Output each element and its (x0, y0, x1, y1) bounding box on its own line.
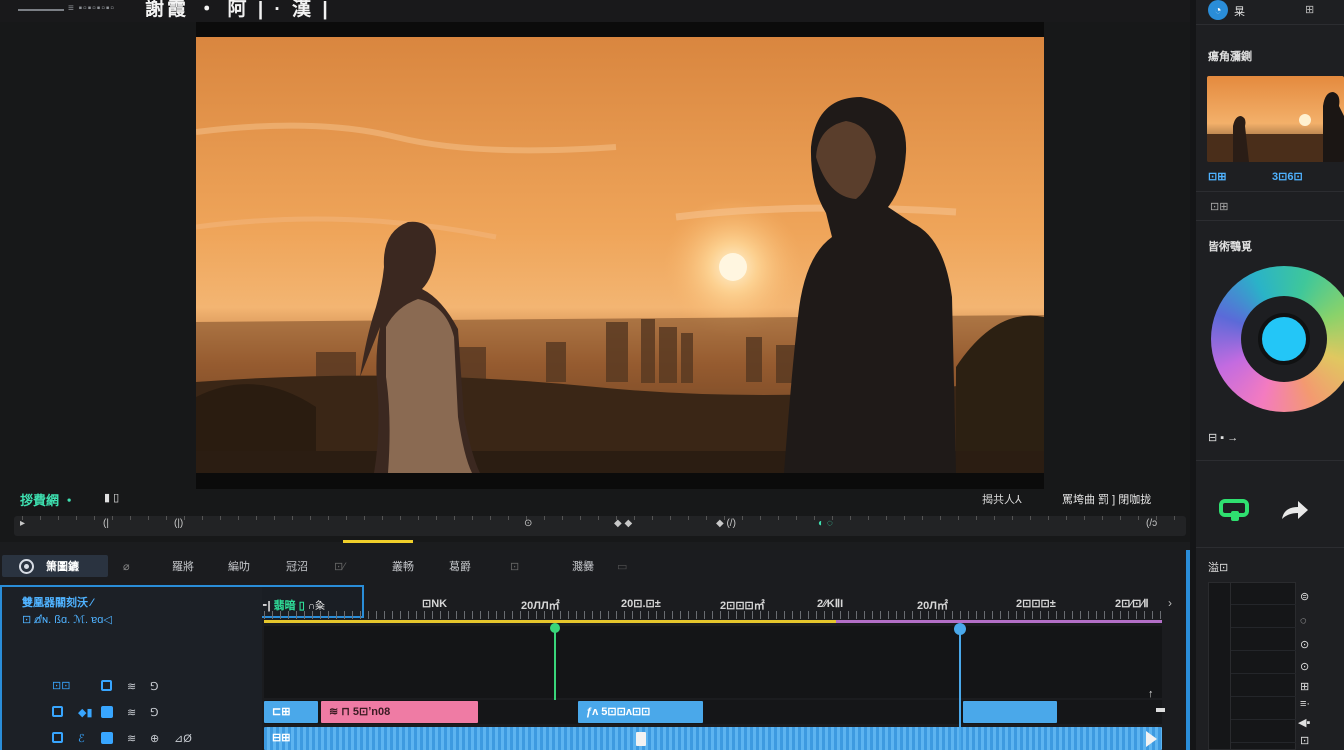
project-title: 謝霞 ・ 阿 | · 漢 | (145, 0, 331, 20)
ruler-label: ⊡ΝΚ (422, 598, 448, 610)
track3-lock-icon[interactable] (101, 732, 113, 744)
section-title-color: 皆術鶚覓 (1208, 241, 1252, 253)
section-title-2: ⊡⊞ (1210, 201, 1229, 213)
tab-6[interactable]: 叢畅 (392, 557, 414, 577)
inspector-top-label: 㫧 (1234, 6, 1245, 18)
audio-keyframe[interactable] (636, 732, 646, 746)
playhead-blue[interactable] (959, 626, 961, 750)
side-icon-6[interactable]: ≡· (1300, 698, 1310, 710)
track3-extra-icon[interactable]: ⊿Ø (174, 732, 192, 745)
playhead-green-handle[interactable] (550, 623, 560, 633)
track3-select-icon[interactable] (52, 732, 63, 743)
ruler-next-icon[interactable]: › (1168, 596, 1172, 610)
clip-video-2[interactable]: ≋ ⊓ 5⊡ʼn08 (321, 701, 478, 723)
track1-audio-icon[interactable]: ≋ (127, 680, 136, 693)
rp-separator (1196, 220, 1344, 221)
track1-visibility-icon[interactable]: ⅁ (150, 680, 159, 693)
rp-separator (1196, 460, 1344, 461)
thumb-label: ⊡⊞ (1208, 171, 1227, 183)
inspector-logo-icon[interactable]: ◔ (1208, 0, 1228, 20)
ruler-label: 2⊡⊡⊡± (1016, 598, 1056, 610)
section-title-source: 瘍角瀰鍘 (1208, 51, 1252, 63)
track2-audio-icon[interactable]: ≋ (127, 706, 136, 719)
side-icon-4[interactable]: ⊙ (1300, 660, 1309, 673)
tab-4[interactable]: 冠沼 (286, 557, 308, 577)
wheel-controls[interactable]: ⊟ ▪ → (1208, 431, 1238, 444)
hamburger-menu-icon[interactable] (18, 9, 64, 11)
track-header-title: 雙凰器關刻沃 ⁄ (22, 597, 93, 609)
color-wheel-handle[interactable] (1258, 313, 1310, 365)
viewer-quality-toggle[interactable]: ▮ ▯ (104, 491, 119, 504)
keyframe-icon[interactable]: ◆ (/) (716, 518, 736, 529)
scrubber-ticks (22, 516, 1182, 520)
ruler-ticks (264, 611, 1162, 619)
tab-3[interactable]: 編叻 (228, 557, 250, 577)
track-end-marker (1156, 708, 1165, 712)
rp-separator (1196, 547, 1344, 548)
tab-link-icon[interactable]: ⌀ (123, 557, 130, 577)
ruler-label: 20⊡.⊡± (621, 598, 661, 610)
record-icon[interactable] (19, 559, 34, 574)
tab-10[interactable]: ▭ (617, 557, 627, 577)
playhead-blue-handle[interactable] (954, 623, 966, 635)
video-editor-app: ≡ ▪▫▪▫▪▫▪▫ 謝霞 ・ 阿 | · 漢 | 拶費網 ‧ ▮ ▯ 揭共人⅄… (0, 0, 1344, 750)
source-thumbnail[interactable] (1207, 76, 1344, 162)
thumb-value: 3⊡6⊡ (1272, 171, 1303, 183)
scope-grid (1230, 582, 1296, 750)
video-preview-frame[interactable] (196, 37, 1044, 473)
ruler-label: 2⊡⁄⊡⁄Ⅱ (1115, 598, 1149, 610)
tab-2[interactable]: 羅將 (172, 557, 194, 577)
side-icon-3[interactable]: ⊙ (1300, 638, 1309, 651)
keyframe-icon[interactable]: ◆ ◆ (614, 518, 632, 529)
scrub-marker-icon[interactable]: ⊙ (524, 518, 532, 529)
work-area-bar[interactable] (264, 620, 836, 623)
rp-separator (1196, 191, 1344, 192)
work-area-bar-secondary[interactable] (836, 620, 1162, 623)
empty-track-area[interactable] (264, 626, 1162, 698)
clip-video-4[interactable] (963, 701, 1057, 723)
apply-button[interactable] (1219, 495, 1253, 525)
track2-lock-icon[interactable] (101, 706, 113, 718)
tab-7[interactable]: 葛爵 (449, 557, 471, 577)
playhead-indicator[interactable] (343, 540, 413, 543)
track-end-icon[interactable]: ↑ (1148, 688, 1154, 700)
tab-5[interactable]: ⊡⁄ (334, 557, 345, 577)
track2-visibility-icon[interactable]: ⅁ (150, 706, 159, 719)
track2-link-icon[interactable]: ◆▮ (78, 706, 93, 719)
tab-8[interactable]: ⊡ (510, 557, 519, 577)
scrub-end-icon[interactable]: (/ɔ (1146, 518, 1157, 529)
track2-select-icon[interactable] (52, 706, 63, 717)
playhead-green[interactable] (554, 626, 556, 700)
scrub-marker-icon[interactable]: (|) (174, 518, 183, 529)
track-header-subtitle: ⊡ ⅆ̸ɴ. ßɑ. ℳ. ɐɑ◁ (22, 614, 112, 626)
viewer-left-label[interactable]: 拶費網 ‧ (20, 490, 76, 509)
keyframe-icon[interactable]: ◐ ◌ (818, 518, 833, 529)
tab-timeline[interactable]: 箫圖鑣 (46, 557, 79, 577)
viewer-option-a[interactable]: 揭共人⅄ (982, 491, 1022, 507)
side-icon-8[interactable]: ⊡ (1300, 734, 1309, 747)
inspector-top-icon[interactable]: ⊞ (1305, 3, 1314, 16)
ruler-label: 2⁄⁄ΚⅡΙ (817, 598, 844, 610)
scrub-marker-icon[interactable]: (| (103, 518, 109, 529)
track1-lock-icon[interactable] (101, 680, 112, 691)
track3-edit-icon[interactable]: ℰ (78, 732, 85, 745)
side-icon-5[interactable]: ⊞ (1300, 680, 1309, 693)
clip-video-3[interactable]: ƒʌ 5⊡⊡ʌ⊡⊡ (578, 701, 703, 723)
side-icon-1[interactable]: ⊜ (1300, 590, 1309, 603)
viewer-option-b[interactable]: 罵垮曲 罰 ] 閉咖拢 (1062, 491, 1151, 507)
side-icon-7[interactable]: ◀▪ (1298, 716, 1310, 729)
rp-separator (1196, 24, 1344, 25)
menu-bar[interactable]: ≡ ▪▫▪▫▪▫▪▫ (68, 3, 115, 14)
clip-audio[interactable]: ⊟⊞ (264, 727, 1162, 750)
track1-icon-a[interactable]: ⊡⊡ (52, 679, 70, 692)
scrub-start-icon[interactable]: ▸ (20, 518, 25, 529)
tab-9[interactable]: 濺爨 (572, 557, 594, 577)
forward-arrow-icon[interactable] (1278, 495, 1312, 525)
play-triangle-icon[interactable] (1146, 731, 1157, 747)
section-title-4: 溢⊡ (1208, 562, 1229, 574)
track3-visibility-icon[interactable]: ⊕ (150, 732, 159, 745)
track3-audio-icon[interactable]: ≋ (127, 732, 136, 745)
side-icon-2[interactable]: ◌ (1300, 615, 1307, 627)
clip-video-1[interactable]: ⊏⊞ (264, 701, 318, 723)
